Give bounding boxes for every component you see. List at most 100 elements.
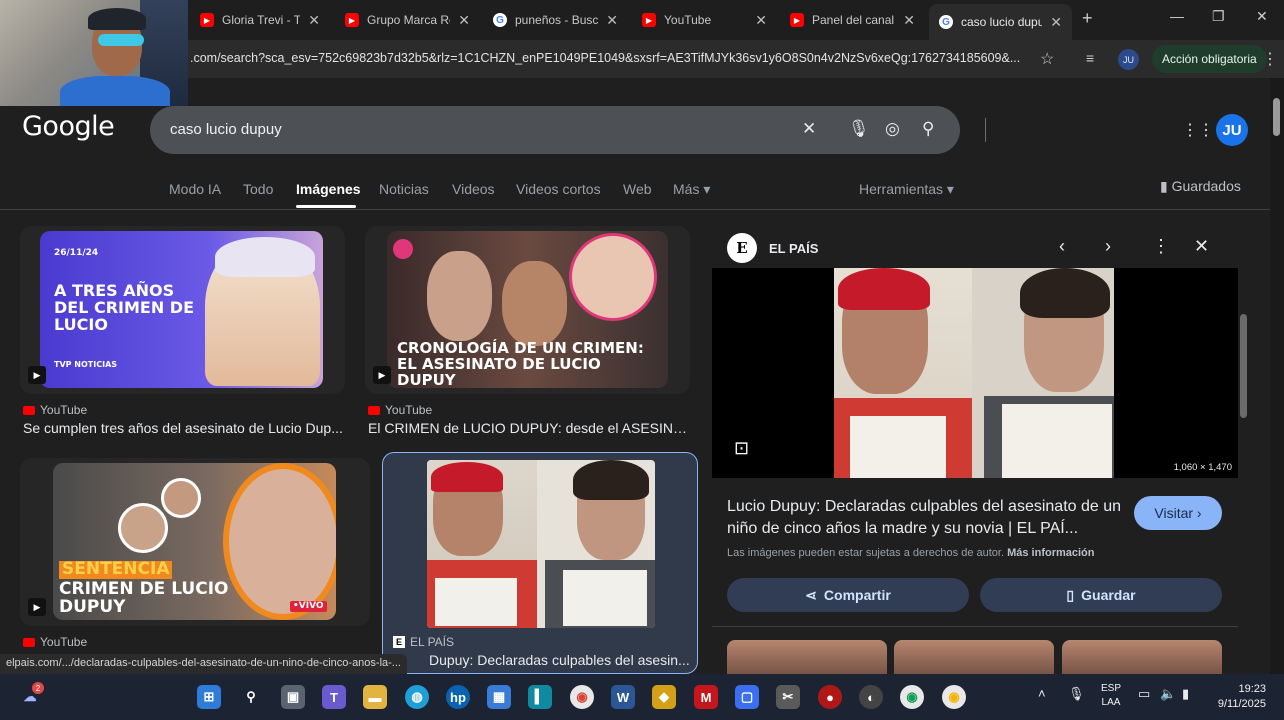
close-tab-icon[interactable]: ✕ bbox=[1050, 14, 1062, 31]
previous-icon[interactable]: ‹ bbox=[1059, 236, 1065, 257]
app-icon[interactable]: ▢ bbox=[735, 685, 759, 709]
source-logo[interactable]: E bbox=[727, 233, 757, 263]
related-image[interactable] bbox=[894, 640, 1054, 674]
clock[interactable]: 19:23 9/11/2025 bbox=[1208, 682, 1266, 712]
copyright-notice: Las imágenes pueden estar sujetas a dere… bbox=[727, 547, 1095, 559]
action-required-button[interactable]: Acción obligatoria bbox=[1152, 45, 1267, 73]
language-indicator[interactable]: ESP LAA bbox=[1098, 682, 1124, 710]
result-thumbnail[interactable] bbox=[427, 460, 655, 628]
nav-mas[interactable]: Más ▾ bbox=[673, 181, 710, 198]
nav-noticias[interactable]: Noticias bbox=[379, 181, 429, 197]
search-icon[interactable]: ⚲ bbox=[922, 119, 934, 139]
clear-icon[interactable]: ✕ bbox=[802, 119, 816, 139]
preview-image[interactable]: ⊡ 1,060 × 1,470 bbox=[712, 268, 1238, 478]
chrome-icon[interactable]: ◉ bbox=[900, 685, 924, 709]
related-image[interactable] bbox=[1062, 640, 1222, 674]
lens-icon[interactable]: ⊡ bbox=[734, 438, 749, 459]
word-icon[interactable]: W bbox=[611, 685, 635, 709]
nav-web[interactable]: Web bbox=[623, 181, 652, 197]
app-icon[interactable]: ◐ bbox=[859, 685, 883, 709]
new-tab-button[interactable]: + bbox=[1082, 8, 1093, 29]
result-title[interactable]: Dupuy: Declaradas culpables del asesin..… bbox=[429, 652, 691, 668]
chrome-icon[interactable]: ◉ bbox=[942, 685, 966, 709]
tab-gloria-trevi[interactable]: ▶ Gloria Trevi - Toc ✕ bbox=[190, 6, 330, 34]
app-icon[interactable]: ● bbox=[818, 685, 842, 709]
tray-overflow-icon[interactable]: ˄ bbox=[1038, 686, 1046, 701]
close-tab-icon[interactable]: ✕ bbox=[606, 12, 618, 29]
tab-panel-canal[interactable]: ▶ Panel del canal ✕ bbox=[780, 6, 925, 34]
result-title[interactable]: Se cumplen tres años del asesinato de Lu… bbox=[23, 420, 343, 436]
volume-icon[interactable]: 🔈 bbox=[1160, 686, 1176, 702]
result-title[interactable]: El CRIMEN de LUCIO DUPUY: desde el ASESI… bbox=[368, 420, 688, 436]
save-button[interactable]: ▯ Guardar bbox=[980, 578, 1222, 612]
file-explorer-icon[interactable]: ▬ bbox=[363, 685, 387, 709]
panel-title[interactable]: Lucio Dupuy: Declaradas culpables del as… bbox=[727, 496, 1127, 541]
microphone-icon[interactable]: 🎙 bbox=[1068, 686, 1085, 702]
more-info-link[interactable]: Más información bbox=[1007, 547, 1094, 559]
minimize-icon[interactable]: — bbox=[1170, 8, 1184, 24]
url-field[interactable]: .com/search?sca_esv=752c69823b7d32b5&rlz… bbox=[190, 51, 1030, 65]
related-image[interactable] bbox=[727, 640, 887, 674]
search-input[interactable]: caso lucio dupuy bbox=[170, 121, 282, 138]
nav-modo-ia[interactable]: Modo IA bbox=[169, 181, 221, 197]
app-icon[interactable]: ◆ bbox=[652, 685, 676, 709]
profile-avatar[interactable]: JU bbox=[1118, 49, 1139, 70]
visit-button[interactable]: Visitar › bbox=[1134, 496, 1222, 530]
youtube-icon bbox=[368, 405, 380, 415]
next-icon[interactable]: › bbox=[1105, 236, 1111, 257]
nav-videos-cortos[interactable]: Videos cortos bbox=[516, 181, 601, 197]
tab-youtube[interactable]: ▶ YouTube ✕ bbox=[632, 6, 777, 34]
image-result-card[interactable]: SENTENCIA CRIMEN DE LUCIO DUPUY •VIVO ▶ bbox=[20, 458, 370, 626]
close-panel-icon[interactable]: ✕ bbox=[1194, 236, 1209, 257]
nav-imagenes[interactable]: Imágenes bbox=[296, 181, 361, 197]
app-icon[interactable]: ◍ bbox=[405, 685, 429, 709]
page-scrollbar[interactable] bbox=[1270, 78, 1284, 674]
result-thumbnail[interactable]: 26/11/24 A TRES AÑOS DEL CRIMEN DE LUCIO… bbox=[40, 231, 323, 388]
reading-list-icon[interactable]: ≡ bbox=[1086, 50, 1094, 66]
image-result-card[interactable]: CRONOLOGÍA DE UN CRIMEN: EL ASESINATO DE… bbox=[365, 226, 690, 394]
battery-icon[interactable]: ▮ bbox=[1182, 686, 1189, 702]
tab-punenos[interactable]: G puneños - Busca ✕ bbox=[483, 6, 628, 34]
tab-grupo-marca[interactable]: ▶ Grupo Marca Re ✕ bbox=[335, 6, 480, 34]
search-box[interactable]: caso lucio dupuy ✕ 🎙 ◎ ⚲ bbox=[150, 106, 986, 154]
close-tab-icon[interactable]: ✕ bbox=[755, 12, 767, 29]
tab-caso-lucio[interactable]: G caso lucio dupuy ✕ bbox=[929, 4, 1072, 40]
mcafee-icon[interactable]: M bbox=[694, 685, 718, 709]
share-button[interactable]: ⋖ Compartir bbox=[727, 578, 969, 612]
hp-icon[interactable]: hp bbox=[446, 685, 470, 709]
close-tab-icon[interactable]: ✕ bbox=[458, 12, 470, 29]
bookmark-icon: ▯ bbox=[1066, 586, 1075, 603]
result-thumbnail[interactable]: SENTENCIA CRIMEN DE LUCIO DUPUY •VIVO bbox=[53, 463, 336, 620]
store-icon[interactable]: ▦ bbox=[487, 685, 511, 709]
task-view-icon[interactable]: ▣ bbox=[281, 685, 305, 709]
image-result-card[interactable]: 26/11/24 A TRES AÑOS DEL CRIMEN DE LUCIO… bbox=[20, 226, 345, 394]
account-avatar[interactable]: JU bbox=[1216, 114, 1248, 146]
browser-menu-icon[interactable]: ⋮ bbox=[1262, 49, 1278, 69]
saved-button[interactable]: ▮ Guardados bbox=[1160, 178, 1241, 195]
panel-scrollbar[interactable] bbox=[1240, 314, 1247, 418]
close-tab-icon[interactable]: ✕ bbox=[903, 12, 915, 29]
close-window-icon[interactable]: ✕ bbox=[1256, 8, 1268, 25]
windows-start-icon[interactable]: ⊞ bbox=[197, 685, 221, 709]
restore-icon[interactable]: ❐ bbox=[1212, 8, 1225, 25]
panel-source-name[interactable]: EL PAÍS bbox=[769, 241, 818, 256]
play-icon: ▶ bbox=[28, 598, 46, 616]
teams-icon[interactable]: T bbox=[322, 685, 346, 709]
lens-icon[interactable]: ◎ bbox=[885, 119, 900, 139]
app-icon[interactable]: ▍ bbox=[528, 685, 552, 709]
bookmark-star-icon[interactable]: ☆ bbox=[1040, 49, 1054, 69]
nav-videos[interactable]: Videos bbox=[452, 181, 495, 197]
more-options-icon[interactable]: ⋮ bbox=[1152, 236, 1170, 257]
nav-todo[interactable]: Todo bbox=[243, 181, 273, 197]
close-tab-icon[interactable]: ✕ bbox=[308, 12, 320, 29]
google-logo[interactable]: Google bbox=[22, 111, 115, 142]
microphone-icon[interactable]: 🎙 bbox=[848, 119, 870, 139]
image-result-card-selected[interactable]: E EL PAÍS Dupuy: Declaradas culpables del… bbox=[382, 452, 698, 674]
tools-button[interactable]: Herramientas ▾ bbox=[859, 181, 954, 198]
network-icon[interactable]: ▭ bbox=[1138, 686, 1150, 702]
capcut-icon[interactable]: ✂ bbox=[776, 685, 800, 709]
result-source: E EL PAÍS bbox=[393, 635, 454, 649]
search-icon[interactable]: ⚲ bbox=[239, 685, 263, 709]
result-thumbnail[interactable]: CRONOLOGÍA DE UN CRIMEN: EL ASESINATO DE… bbox=[387, 231, 668, 388]
chrome-icon[interactable]: ◉ bbox=[570, 685, 594, 709]
